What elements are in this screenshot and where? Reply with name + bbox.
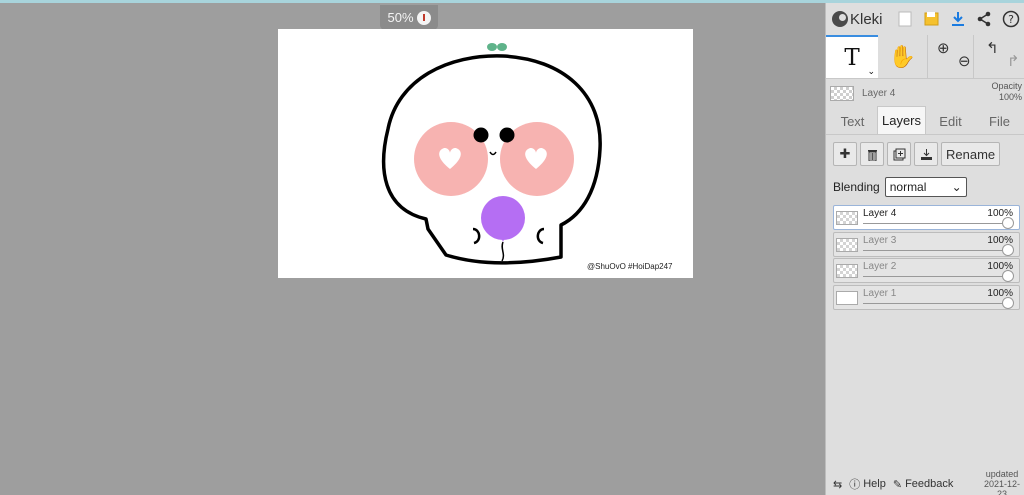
layer-opacity-slider[interactable] [863, 276, 1013, 277]
hand-icon: ✋ [888, 43, 917, 69]
current-layer-name: Layer 4 [862, 87, 896, 99]
layer-name: Layer 4 [863, 208, 897, 219]
trash-icon [867, 149, 877, 161]
chevron-down-icon: ⌄ [951, 180, 962, 194]
updated-label: updated [985, 469, 1019, 479]
side-panel: Kleki ? T ⌄ ✋ ⊕ ⊖ ↰ ↱ Layer 4 Opacity 10… [825, 3, 1024, 495]
zoom-level: 50% [387, 10, 414, 25]
layer-row-4[interactable]: Layer 4 100% [833, 205, 1020, 230]
undo-icon[interactable]: ↰ [986, 39, 999, 57]
drawing-canvas[interactable]: @ShuOvO #HoiDap247 [278, 29, 693, 278]
open-folder-icon[interactable] [919, 5, 945, 33]
layer-name: Layer 1 [863, 287, 897, 299]
app-logo[interactable]: Kleki [832, 11, 892, 28]
app-name: Kleki [850, 10, 883, 28]
tab-file[interactable]: File [975, 108, 1024, 134]
download-icon[interactable] [945, 5, 971, 33]
history-buttons: ↰ ↱ [974, 35, 1024, 78]
opacity-label: Opacity [991, 81, 1022, 91]
slider-handle[interactable] [1002, 270, 1014, 282]
tab-edit[interactable]: Edit [926, 108, 975, 134]
redo-icon[interactable]: ↱ [1007, 52, 1020, 70]
blending-select[interactable]: normal ⌄ [884, 177, 967, 197]
layer-thumbnail [836, 290, 858, 305]
kleki-logo-icon [832, 11, 848, 27]
swap-side-icon[interactable]: ⇆ [833, 478, 842, 491]
layer-thumbnail [836, 264, 858, 278]
hand-tool-button[interactable]: ✋ [878, 35, 928, 78]
current-layer-thumbnail [830, 85, 854, 101]
panel-tabs: Text Layers Edit File [826, 106, 1024, 135]
duplicate-layer-button[interactable] [887, 142, 911, 166]
delete-layer-button[interactable] [860, 142, 884, 166]
tool-dropdown-icon[interactable]: ⌄ [867, 67, 875, 77]
slider-handle[interactable] [1002, 243, 1014, 256]
text-tool-button[interactable]: T ⌄ [826, 35, 878, 78]
zoom-reset-icon[interactable] [416, 10, 431, 25]
blending-row: Blending normal ⌄ [826, 169, 1024, 199]
text-tool-icon: T [844, 44, 860, 71]
layer-opacity-slider[interactable] [863, 249, 1013, 251]
feedback-icon: ✎ [892, 478, 903, 491]
opacity-value: 100% [998, 92, 1022, 102]
current-layer-info: Layer 4 Opacity 100% [826, 79, 1024, 107]
help-label: Help [863, 478, 886, 490]
layer-row-2[interactable]: Layer 2 100% [833, 258, 1020, 283]
balloon [481, 196, 525, 240]
panel-header: Kleki ? [826, 3, 1024, 35]
sprout-leaf-right [497, 43, 507, 51]
tab-text[interactable]: Text [828, 108, 877, 134]
tab-layers[interactable]: Layers [876, 106, 927, 134]
slider-handle[interactable] [1002, 296, 1014, 309]
rename-layer-button[interactable]: Rename [941, 142, 1001, 166]
blending-label: Blending [833, 180, 880, 194]
canvas-workspace[interactable]: 50% @ShuOvO #HoiDap247 [0, 3, 825, 495]
layer-opacity-slider[interactable] [863, 302, 1013, 304]
opacity-readout[interactable]: Opacity 100% [991, 81, 1022, 103]
left-eye [473, 127, 489, 143]
slider-handle[interactable] [1002, 217, 1014, 229]
merge-down-icon [920, 148, 932, 160]
feedback-label: Feedback [905, 478, 954, 490]
svg-text:?: ? [1008, 13, 1014, 26]
canvas-watermark: @ShuOvO #HoiDap247 [587, 262, 673, 271]
layer-list: Layer 4 100% Layer 3 100% Layer 2 100% L… [826, 199, 1024, 310]
zoom-out-icon[interactable]: ⊖ [958, 52, 971, 70]
zoom-in-icon[interactable]: ⊕ [937, 39, 950, 57]
feedback-link[interactable]: ✎ Feedback [893, 478, 954, 491]
layer-thumbnail [836, 237, 858, 252]
layer-actions: ✚ Rename [826, 135, 1024, 169]
help-icon[interactable]: ? [998, 5, 1024, 33]
duplicate-icon [893, 148, 905, 160]
layer-row-3[interactable]: Layer 3 100% [833, 231, 1020, 257]
help-circle-icon: ⓘ [849, 479, 861, 491]
share-icon[interactable] [971, 5, 997, 33]
tool-row: T ⌄ ✋ ⊕ ⊖ ↰ ↱ [826, 35, 1024, 79]
layer-row-1[interactable]: Layer 1 100% [833, 284, 1020, 310]
updated-date: 2021-12-23 [983, 479, 1021, 495]
merge-layer-button[interactable] [914, 142, 938, 166]
layer-thumbnail [836, 211, 858, 225]
panel-footer: ⇆ ⓘ Help ✎ Feedback updated 2021-12-23 [826, 469, 1024, 495]
blending-value: normal [889, 180, 927, 194]
sprout-leaf-left [487, 43, 497, 51]
layer-opacity-slider[interactable] [863, 223, 1013, 224]
plus-icon: ✚ [839, 146, 851, 161]
zoom-indicator[interactable]: 50% [380, 5, 438, 30]
updated-notice[interactable]: updated 2021-12-23 [979, 469, 1024, 495]
zoom-buttons: ⊕ ⊖ [928, 35, 974, 78]
skull-drawing [381, 43, 602, 265]
layer-name: Layer 2 [863, 261, 897, 272]
layer-name: Layer 3 [863, 234, 897, 246]
help-link[interactable]: ⓘ Help [849, 476, 886, 492]
new-image-icon[interactable] [892, 5, 918, 33]
add-layer-button[interactable]: ✚ [833, 142, 857, 166]
right-eye [499, 127, 515, 143]
